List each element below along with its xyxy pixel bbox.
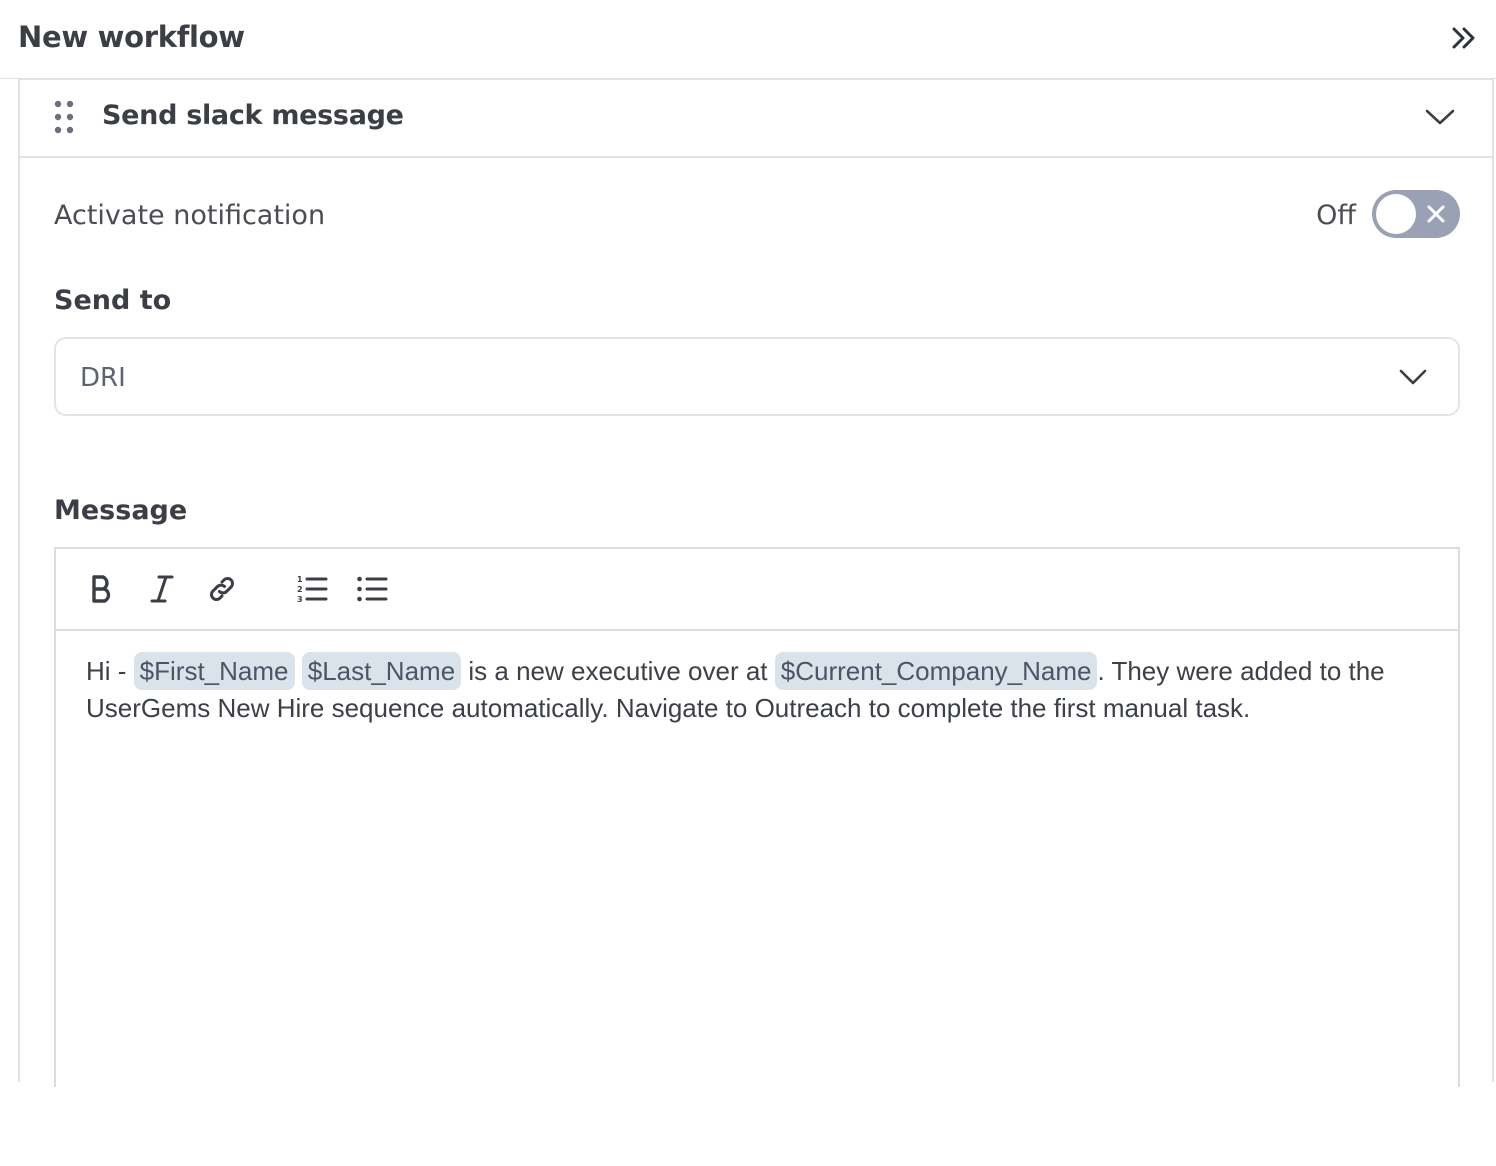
- bold-button[interactable]: [84, 571, 120, 607]
- ordered-list-button[interactable]: 1 2 3: [294, 571, 330, 607]
- message-text: Hi -: [86, 656, 134, 686]
- drag-handle-icon[interactable]: [52, 100, 76, 134]
- bold-icon: [92, 575, 111, 603]
- step-title: Send slack message: [102, 100, 404, 131]
- chevron-down-icon: [1399, 369, 1427, 385]
- message-text: is a new executive over at: [461, 656, 775, 686]
- svg-text:2: 2: [297, 585, 303, 594]
- italic-button[interactable]: [144, 571, 180, 607]
- variable-token-company-name[interactable]: $Current_Company_Name: [774, 652, 1098, 690]
- variable-token-first-name[interactable]: $First_Name: [133, 652, 295, 690]
- send-to-select[interactable]: DRI: [54, 337, 1460, 416]
- link-icon: [210, 577, 234, 601]
- toggle-state-label: Off: [1316, 200, 1356, 231]
- page-title: New workflow: [18, 20, 245, 54]
- panel-header: New workflow: [0, 0, 1496, 79]
- collapse-panel-button[interactable]: [1446, 20, 1482, 56]
- message-body[interactable]: Hi - $First_Name $Last_Name is a new exe…: [86, 652, 1426, 727]
- message-label: Message: [54, 495, 188, 526]
- italic-icon: [150, 575, 174, 603]
- editor-toolbar: 1 2 3: [56, 549, 1458, 631]
- ordered-list-icon: 1 2 3: [297, 575, 328, 604]
- workflow-step-card: Send slack message Activate notification…: [18, 79, 1494, 1087]
- double-chevron-right-icon: [1452, 27, 1475, 49]
- variable-token-last-name[interactable]: $Last_Name: [301, 652, 462, 690]
- activate-notification-toggle[interactable]: [1372, 190, 1460, 238]
- bullet-list-button[interactable]: [354, 571, 390, 607]
- toggle-knob: [1376, 194, 1416, 234]
- link-button[interactable]: [204, 571, 240, 607]
- close-icon: [1427, 205, 1445, 223]
- message-editor[interactable]: 1 2 3 Hi - $First_Name $Last_Name is a n…: [54, 547, 1460, 1087]
- send-to-label: Send to: [54, 285, 172, 316]
- svg-text:3: 3: [297, 595, 303, 604]
- send-to-value: DRI: [80, 363, 126, 393]
- collapse-step-button[interactable]: [1422, 102, 1458, 132]
- activate-notification-label: Activate notification: [54, 200, 326, 231]
- chevron-down-icon: [1425, 109, 1455, 125]
- svg-text:1: 1: [297, 575, 303, 584]
- step-card-header[interactable]: Send slack message: [20, 80, 1492, 158]
- bullet-list-icon: [357, 576, 388, 602]
